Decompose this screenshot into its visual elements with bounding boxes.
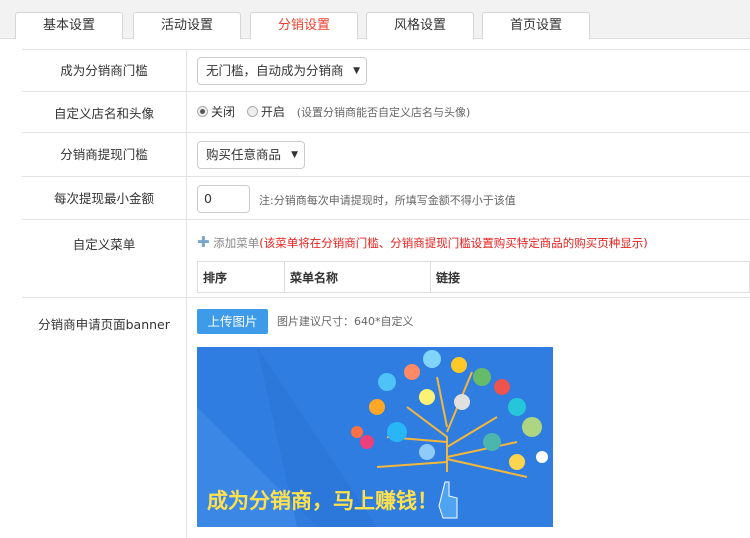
withdraw-threshold-label: 分销商提现门槛 bbox=[22, 133, 187, 176]
radio-off[interactable]: 关闭 bbox=[197, 105, 235, 119]
menu-table: 排序 菜单名称 链接 bbox=[197, 261, 750, 293]
withdraw-threshold-value: 购买任意商品 bbox=[206, 147, 282, 162]
row-min-withdraw: 每次提现最小金额 0 注:分销商每次申请提现时，所填写金额不得小于该值 bbox=[22, 177, 750, 220]
plus-icon: ✚ bbox=[197, 233, 210, 251]
custom-menu-label: 自定义菜单 bbox=[22, 220, 187, 297]
tab-distribution[interactable]: 分销设置 bbox=[250, 12, 358, 39]
tab-bar: 基本设置 活动设置 分销设置 风格设置 首页设置 bbox=[0, 0, 750, 39]
radio-unchecked-icon bbox=[246, 106, 258, 117]
radio-on[interactable]: 开启 bbox=[246, 105, 285, 119]
row-custom-menu: 自定义菜单 ✚ 添加菜单(该菜单将在分销商门槛、分销商提现门槛设置购买特定商品的… bbox=[22, 220, 750, 298]
radio-checked-icon bbox=[197, 106, 208, 117]
radio-off-label: 关闭 bbox=[211, 105, 236, 119]
tab-homepage[interactable]: 首页设置 bbox=[482, 12, 590, 39]
row-banner: 分销商申请页面banner 上传图片 图片建议尺寸：640*自定义 成为分销商，… bbox=[22, 298, 750, 538]
chevron-down-icon: ▼ bbox=[353, 66, 360, 76]
row-withdraw-threshold: 分销商提现门槛 购买任意商品 ▼ bbox=[22, 133, 750, 177]
radio-on-label: 开启 bbox=[260, 105, 285, 119]
col-order: 排序 bbox=[197, 261, 285, 293]
banner-size-hint: 图片建议尺寸：640*自定义 bbox=[277, 315, 414, 328]
chevron-down-icon: ▼ bbox=[291, 150, 298, 160]
min-withdraw-input[interactable]: 0 bbox=[197, 185, 250, 213]
tab-style[interactable]: 风格设置 bbox=[366, 12, 474, 39]
banner-label: 分销商申请页面banner bbox=[22, 298, 187, 538]
threshold-value: 无门槛，自动成为分销商 bbox=[206, 63, 344, 78]
row-threshold: 成为分销商门槛 无门槛，自动成为分销商 ▼ bbox=[22, 50, 750, 92]
tab-activity[interactable]: 活动设置 bbox=[133, 12, 241, 39]
min-withdraw-hint: 注:分销商每次申请提现时，所填写金额不得小于该值 bbox=[259, 194, 516, 207]
withdraw-threshold-select[interactable]: 购买任意商品 ▼ bbox=[197, 141, 305, 169]
tab-basic[interactable]: 基本设置 bbox=[15, 12, 123, 39]
banner-slogan: 成为分销商，马上赚钱！ bbox=[207, 489, 438, 513]
upload-image-button[interactable]: 上传图片 bbox=[197, 309, 268, 334]
col-menu-name: 菜单名称 bbox=[284, 261, 431, 293]
add-menu-label: 添加菜单 bbox=[213, 236, 260, 250]
custom-shop-hint: (设置分销商能否自定义店名与头像) bbox=[296, 106, 471, 119]
col-link: 链接 bbox=[430, 261, 750, 293]
min-withdraw-label: 每次提现最小金额 bbox=[22, 177, 187, 219]
add-menu-link[interactable]: ✚ 添加菜单(该菜单将在分销商门槛、分销商提现门槛设置购买特定商品的购买页种显示… bbox=[197, 233, 648, 251]
threshold-label: 成为分销商门槛 bbox=[22, 50, 187, 91]
custom-menu-note: (该菜单将在分销商门槛、分销商提现门槛设置购买特定商品的购买页种显示) bbox=[259, 236, 648, 250]
custom-shop-label: 自定义店名和头像 bbox=[22, 92, 187, 132]
banner-image: 成为分销商，马上赚钱！ bbox=[197, 347, 553, 527]
threshold-select[interactable]: 无门槛，自动成为分销商 ▼ bbox=[197, 57, 367, 85]
row-custom-shop: 自定义店名和头像 关闭 开启 (设置分销商能否自定义店名与头像) bbox=[22, 92, 750, 133]
